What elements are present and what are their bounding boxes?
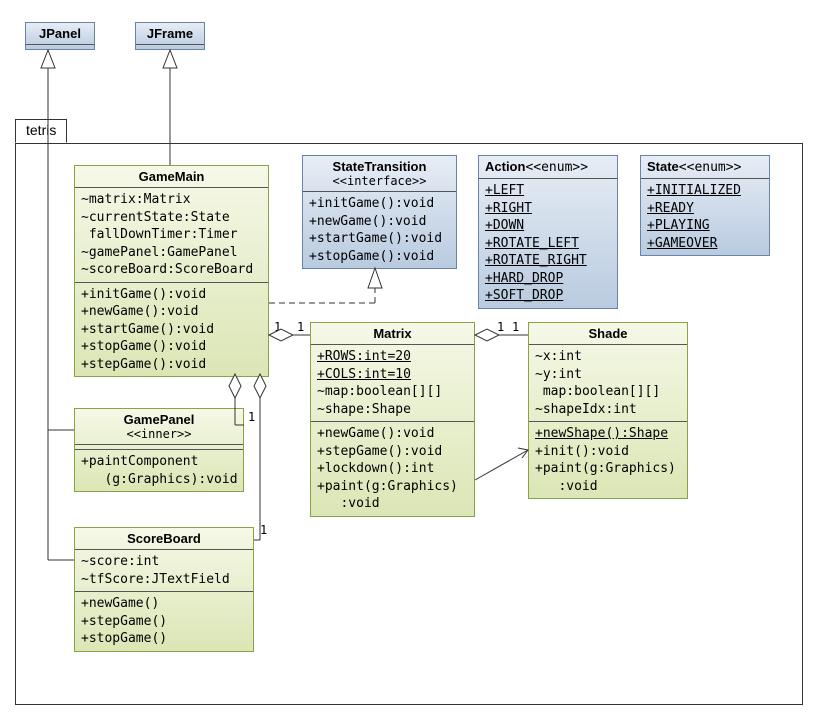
- class-state: State<<enum>> +INITIALIZED +READY +PLAYI…: [640, 155, 770, 256]
- class-statetransition: StateTransition <<interface>> +initGame(…: [302, 155, 457, 269]
- title-jframe: JFrame: [136, 23, 204, 45]
- mult-matrix-shade-left: 1: [497, 320, 504, 334]
- ops-matrix: +newGame():void +stepGame():void +lockdo…: [311, 422, 474, 516]
- class-jframe: JFrame: [135, 22, 205, 50]
- package-tab: tetris: [15, 119, 67, 143]
- title-scoreboard: ScoreBoard: [75, 528, 253, 550]
- attrs-matrix: +ROWS:int=20 +COLS:int=10 ~map:boolean[]…: [311, 345, 474, 422]
- title-jpanel: JPanel: [26, 23, 94, 45]
- ops-statetransition: +initGame():void +newGame():void +startG…: [303, 192, 456, 268]
- vals-action: +LEFT +RIGHT +DOWN +ROTATE_LEFT +ROTATE_…: [479, 179, 617, 308]
- mult-gm-score: 1: [260, 523, 267, 537]
- attrs-scoreboard: ~score:int ~tfScore:JTextField: [75, 550, 253, 592]
- title-shade: Shade: [529, 323, 687, 345]
- package-name: tetris: [26, 122, 56, 138]
- class-matrix: Matrix +ROWS:int=20 +COLS:int=10 ~map:bo…: [310, 322, 475, 517]
- attrs-gamemain: ~matrix:Matrix ~currentState:State fallD…: [75, 188, 268, 283]
- class-scoreboard: ScoreBoard ~score:int ~tfScore:JTextFiel…: [74, 527, 254, 652]
- title-action: Action<<enum>>: [479, 156, 617, 179]
- title-matrix: Matrix: [311, 323, 474, 345]
- title-state: State<<enum>>: [641, 156, 769, 179]
- ops-gamemain: +initGame():void +newGame():void +startG…: [75, 283, 268, 377]
- mult-matrix-shade-right: 1: [512, 320, 519, 334]
- class-jpanel: JPanel: [25, 22, 95, 50]
- ops-shade: +newShape():Shape +init():void +paint(g:…: [529, 422, 687, 498]
- mult-gm-panel: 1: [248, 410, 255, 424]
- class-gamepanel: GamePanel <<inner>> +paintComponent (g:G…: [74, 408, 244, 492]
- attrs-shade: ~x:int ~y:int map:boolean[][] ~shapeIdx:…: [529, 345, 687, 422]
- mult-gm-matrix-left: 1: [274, 320, 281, 334]
- class-gamemain: GameMain ~matrix:Matrix ~currentState:St…: [74, 165, 269, 377]
- title-gamemain: GameMain: [75, 166, 268, 188]
- class-action: Action<<enum>> +LEFT +RIGHT +DOWN +ROTAT…: [478, 155, 618, 309]
- ops-gamepanel: +paintComponent (g:Graphics):void: [75, 450, 243, 491]
- ops-scoreboard: +newGame() +stepGame() +stopGame(): [75, 592, 253, 651]
- mult-gm-matrix-right: 1: [297, 320, 304, 334]
- class-shade: Shade ~x:int ~y:int map:boolean[][] ~sha…: [528, 322, 688, 499]
- title-gamepanel: GamePanel <<inner>>: [75, 409, 243, 445]
- title-statetransition: StateTransition <<interface>>: [303, 156, 456, 192]
- vals-state: +INITIALIZED +READY +PLAYING +GAMEOVER: [641, 179, 769, 255]
